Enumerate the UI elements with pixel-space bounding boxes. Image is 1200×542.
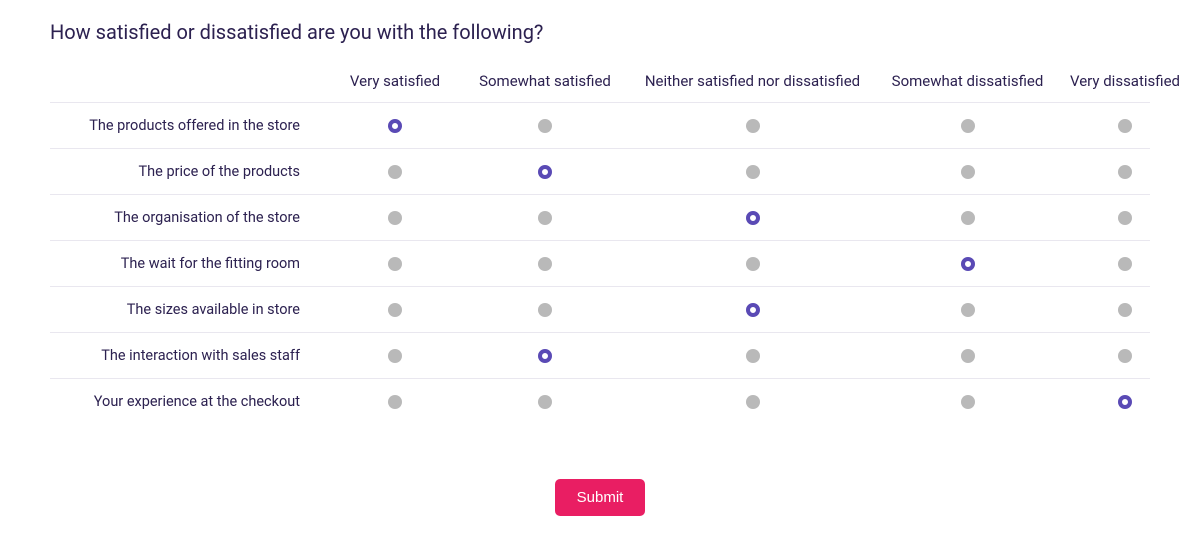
radio-option[interactable] xyxy=(388,303,402,317)
radio-cell xyxy=(630,349,875,363)
radio-option[interactable] xyxy=(388,211,402,225)
radio-option[interactable] xyxy=(1118,211,1132,225)
radio-option[interactable] xyxy=(538,303,552,317)
radio-option[interactable] xyxy=(746,211,760,225)
radio-cell xyxy=(460,303,630,317)
radio-cell xyxy=(330,211,460,225)
matrix-row: The sizes available in store xyxy=(50,286,1150,332)
radio-option[interactable] xyxy=(746,165,760,179)
radio-cell xyxy=(460,211,630,225)
radio-option[interactable] xyxy=(746,395,760,409)
radio-cell xyxy=(460,119,630,133)
radio-option[interactable] xyxy=(388,257,402,271)
radio-cell xyxy=(1060,257,1190,271)
radio-cell xyxy=(330,303,460,317)
radio-option[interactable] xyxy=(1118,257,1132,271)
radio-cell xyxy=(1060,349,1190,363)
radio-cell xyxy=(1060,395,1190,409)
radio-option[interactable] xyxy=(961,349,975,363)
radio-option[interactable] xyxy=(746,257,760,271)
radio-option[interactable] xyxy=(746,303,760,317)
matrix-row: The wait for the fitting room xyxy=(50,240,1150,286)
radio-cell xyxy=(875,395,1060,409)
radio-option[interactable] xyxy=(538,349,552,363)
matrix-header: Very satisfied Somewhat satisfied Neithe… xyxy=(50,64,1150,102)
radio-option[interactable] xyxy=(1118,119,1132,133)
radio-option[interactable] xyxy=(1118,303,1132,317)
radio-cell xyxy=(875,165,1060,179)
radio-option[interactable] xyxy=(961,165,975,179)
radio-option[interactable] xyxy=(961,257,975,271)
row-label: Your experience at the checkout xyxy=(50,393,330,410)
radio-cell xyxy=(330,257,460,271)
radio-option[interactable] xyxy=(961,395,975,409)
radio-option[interactable] xyxy=(388,119,402,133)
radio-cell xyxy=(630,303,875,317)
column-header: Neither satisfied nor dissatisfied xyxy=(630,72,875,90)
matrix-row: The products offered in the store xyxy=(50,102,1150,148)
radio-cell xyxy=(875,257,1060,271)
radio-option[interactable] xyxy=(1118,165,1132,179)
radio-cell xyxy=(630,395,875,409)
radio-option[interactable] xyxy=(746,119,760,133)
radio-cell xyxy=(460,165,630,179)
radio-option[interactable] xyxy=(388,165,402,179)
radio-option[interactable] xyxy=(388,349,402,363)
radio-cell xyxy=(630,165,875,179)
radio-cell xyxy=(1060,165,1190,179)
radio-option[interactable] xyxy=(1118,395,1132,409)
radio-cell xyxy=(630,211,875,225)
radio-option[interactable] xyxy=(538,257,552,271)
likert-matrix: Very satisfied Somewhat satisfied Neithe… xyxy=(50,64,1150,424)
radio-cell xyxy=(330,119,460,133)
radio-option[interactable] xyxy=(538,211,552,225)
column-header: Somewhat dissatisfied xyxy=(875,72,1060,90)
submit-button[interactable]: Submit xyxy=(555,479,646,516)
matrix-row: The price of the products xyxy=(50,148,1150,194)
radio-option[interactable] xyxy=(1118,349,1132,363)
radio-cell xyxy=(460,349,630,363)
row-label: The sizes available in store xyxy=(50,301,330,318)
radio-cell xyxy=(630,257,875,271)
radio-cell xyxy=(460,395,630,409)
radio-option[interactable] xyxy=(388,395,402,409)
radio-cell xyxy=(460,257,630,271)
radio-option[interactable] xyxy=(538,395,552,409)
radio-option[interactable] xyxy=(961,211,975,225)
radio-cell xyxy=(875,119,1060,133)
radio-cell xyxy=(630,119,875,133)
row-label: The interaction with sales staff xyxy=(50,347,330,364)
column-header: Very dissatisfied xyxy=(1060,72,1190,90)
radio-cell xyxy=(330,165,460,179)
radio-cell xyxy=(875,303,1060,317)
matrix-row: The organisation of the store xyxy=(50,194,1150,240)
radio-option[interactable] xyxy=(538,165,552,179)
row-label: The price of the products xyxy=(50,163,330,180)
radio-cell xyxy=(1060,211,1190,225)
radio-option[interactable] xyxy=(538,119,552,133)
radio-cell xyxy=(1060,303,1190,317)
radio-cell xyxy=(330,395,460,409)
column-header: Somewhat satisfied xyxy=(460,72,630,90)
radio-cell xyxy=(1060,119,1190,133)
matrix-row: The interaction with sales staff xyxy=(50,332,1150,378)
matrix-row: Your experience at the checkout xyxy=(50,378,1150,424)
row-label: The wait for the fitting room xyxy=(50,255,330,272)
radio-option[interactable] xyxy=(961,303,975,317)
radio-cell xyxy=(875,349,1060,363)
radio-option[interactable] xyxy=(961,119,975,133)
row-label: The organisation of the store xyxy=(50,209,330,226)
row-label: The products offered in the store xyxy=(50,117,330,134)
column-header: Very satisfied xyxy=(330,72,460,90)
radio-cell xyxy=(875,211,1060,225)
radio-option[interactable] xyxy=(746,349,760,363)
question-title: How satisfied or dissatisfied are you wi… xyxy=(50,20,1150,44)
radio-cell xyxy=(330,349,460,363)
